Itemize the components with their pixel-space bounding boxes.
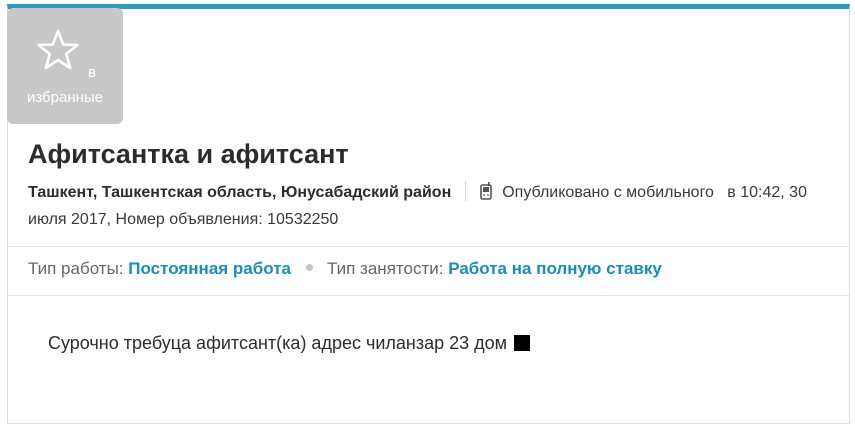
listing-title: Афитсантка и афитсант — [28, 139, 349, 169]
redacted-block — [514, 335, 531, 351]
job-params: Тип работы: Постоянная работа Тип занятос… — [28, 259, 662, 279]
favorite-label-prefix: в — [88, 64, 96, 81]
listing-description: Сурочно требуца афитсант(ка) адрес чилан… — [48, 333, 531, 354]
ad-number-label: Номер объявления: — [115, 211, 263, 228]
divider — [8, 246, 849, 247]
work-type-label: Тип работы: — [28, 259, 124, 278]
employment-type-link[interactable]: Работа на полную ставку — [448, 259, 662, 278]
published-from: Опубликовано с мобильного — [502, 184, 714, 201]
listing-location: Ташкент, Ташкентская область, Юнусабадск… — [28, 184, 452, 201]
favorite-label: избранные — [26, 89, 104, 106]
employment-type-label: Тип занятости: — [327, 259, 444, 278]
work-type-link[interactable]: Постоянная работа — [128, 259, 291, 278]
star-icon — [37, 29, 79, 70]
meta-separator — [465, 181, 467, 201]
description-text: Сурочно требуца афитсант(ка) адрес чилан… — [48, 333, 508, 353]
listing-meta: Ташкент, Ташкентская область, Юнусабадск… — [28, 179, 828, 233]
ad-number: 10532250 — [267, 211, 339, 228]
divider — [8, 295, 849, 296]
params-separator-dot — [306, 264, 313, 271]
mobile-phone-icon — [480, 182, 493, 200]
add-to-favorites-button[interactable]: в избранные — [7, 8, 123, 124]
